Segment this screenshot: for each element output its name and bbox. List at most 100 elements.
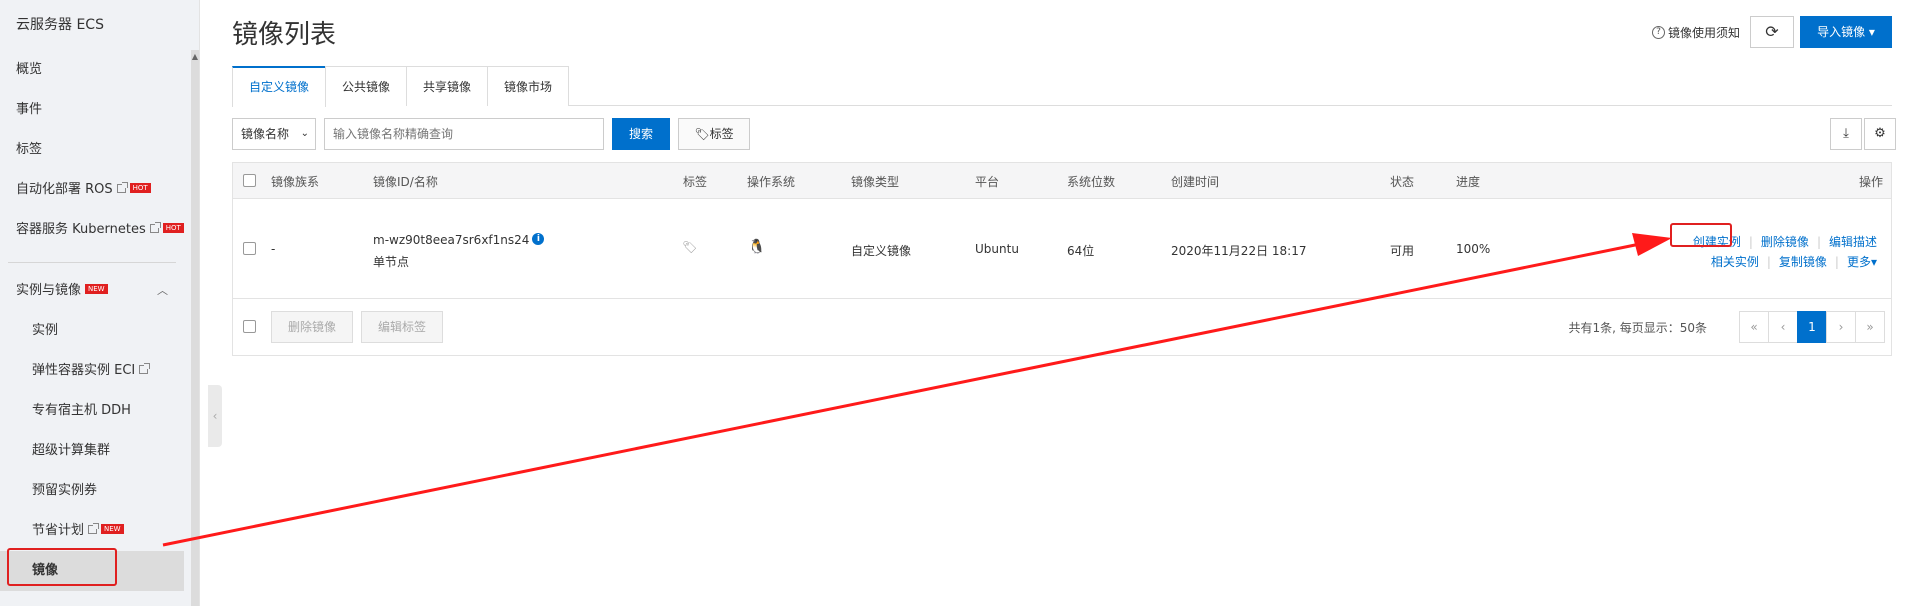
settings-button[interactable]: ⚙ xyxy=(1864,118,1896,150)
col-image-type: 镜像类型 xyxy=(851,175,900,189)
help-link[interactable]: ? 镜像使用须知 xyxy=(1651,24,1740,41)
related-instances-link[interactable]: 相关实例 xyxy=(1711,255,1759,269)
external-link-icon xyxy=(139,363,151,374)
more-label: 更多 xyxy=(1846,255,1871,269)
import-image-button[interactable]: 导入镜像 ▾ xyxy=(1800,16,1892,48)
hot-badge: HOT xyxy=(129,182,151,193)
sidebar-item-label: 节省计划 xyxy=(32,523,85,538)
image-created: 2020年11月22日 18:17 xyxy=(1171,244,1307,258)
sidebar-item-savings-plan[interactable]: 节省计划 NEW xyxy=(0,511,192,551)
page-button[interactable]: 1 xyxy=(1797,311,1827,343)
chevron-up-icon[interactable]: ︿ xyxy=(157,271,168,311)
col-family: 镜像族系 xyxy=(271,175,320,189)
prev-page-button[interactable]: ‹ xyxy=(1768,311,1798,343)
image-table: 镜像族系 镜像ID/名称 标签 操作系统 镜像类型 平台 系统位数 创建时间 状… xyxy=(232,162,1892,356)
sidebar-divider xyxy=(8,262,176,263)
divider: | xyxy=(1748,235,1753,249)
col-status: 状态 xyxy=(1390,175,1415,189)
sidebar-item-label: 概览 xyxy=(16,62,43,77)
sidebar-item-label: 预留实例券 xyxy=(32,483,98,498)
external-link-icon xyxy=(116,182,128,193)
edit-description-link[interactable]: 编辑描述 xyxy=(1829,235,1877,249)
footer-select-all-checkbox[interactable] xyxy=(243,320,256,333)
bulk-delete-button[interactable]: 删除镜像 xyxy=(271,311,353,343)
image-progress: 100% xyxy=(1456,242,1491,256)
col-platform: 平台 xyxy=(975,175,1000,189)
sidebar-item-label: 标签 xyxy=(16,142,43,157)
sidebar-group-instances-images[interactable]: 实例与镜像 NEW ︿ xyxy=(0,271,192,311)
gear-icon: ⚙ xyxy=(1874,126,1886,141)
search-toolbar: 镜像名称 ⌄ 搜索 🏷标签 ⤓ ⚙ xyxy=(232,118,1896,150)
tab-image-market[interactable]: 镜像市场 xyxy=(487,66,570,106)
new-badge: NEW xyxy=(101,523,124,534)
search-input[interactable] xyxy=(324,118,604,150)
tag-filter-button[interactable]: 🏷标签 xyxy=(678,118,750,150)
scroll-up-icon[interactable]: ▲ xyxy=(191,52,199,61)
sidebar-item-kubernetes[interactable]: 容器服务 Kubernetes HOT xyxy=(0,210,192,250)
col-actions: 操作 xyxy=(1858,175,1883,189)
copy-image-link[interactable]: 复制镜像 xyxy=(1779,255,1827,269)
highlight-box-images xyxy=(7,548,117,586)
row-checkbox[interactable] xyxy=(243,242,256,255)
pagination: « ‹ 1 › » xyxy=(1739,311,1885,343)
tab-shared-images[interactable]: 共享镜像 xyxy=(406,66,489,106)
sidebar-scrollbar[interactable] xyxy=(191,50,199,606)
sidebar-item-label: 事件 xyxy=(16,102,43,117)
tag-icon: 🏷 xyxy=(694,127,710,141)
next-page-button[interactable]: › xyxy=(1826,311,1856,343)
tab-public-images[interactable]: 公共镜像 xyxy=(325,66,408,106)
export-icon: ⤓ xyxy=(1843,126,1849,141)
sidebar-item-scc[interactable]: 超级计算集群 xyxy=(0,431,192,471)
col-created: 创建时间 xyxy=(1171,175,1220,189)
sidebar-item-label: 弹性容器实例 ECI xyxy=(32,363,136,378)
chevron-down-icon: ⌄ xyxy=(300,128,309,139)
pagination-summary: 共有1条, 每页显示：50条 xyxy=(1568,321,1707,335)
linux-penguin-icon: 🐧 xyxy=(748,239,766,255)
select-value: 镜像名称 xyxy=(241,127,290,141)
sidebar-collapse-handle[interactable]: ‹ xyxy=(208,385,222,447)
external-link-icon xyxy=(88,523,100,534)
sidebar: 云服务器 ECS ▲ 概览 事件 标签 自动化部署 ROS HOT 容器服务 Ku… xyxy=(0,0,200,606)
search-field-select[interactable]: 镜像名称 ⌄ xyxy=(232,118,316,150)
sidebar-item-instances[interactable]: 实例 xyxy=(0,311,192,351)
delete-image-link[interactable]: 删除镜像 xyxy=(1761,235,1809,249)
caret-down-icon: ▾ xyxy=(1870,255,1877,269)
tab-custom-images[interactable]: 自定义镜像 xyxy=(232,66,327,107)
sidebar-item-overview[interactable]: 概览 xyxy=(0,50,192,90)
sidebar-item-label: 容器服务 Kubernetes xyxy=(16,222,146,237)
image-tabs: 自定义镜像 公共镜像 共享镜像 镜像市场 xyxy=(232,66,1892,107)
col-bits: 系统位数 xyxy=(1067,175,1116,189)
export-button[interactable]: ⤓ xyxy=(1830,118,1862,150)
col-id-name: 镜像ID/名称 xyxy=(373,175,438,189)
more-actions-dropdown[interactable]: 更多▾ xyxy=(1847,255,1877,269)
image-bits: 64位 xyxy=(1067,244,1095,258)
sidebar-item-tags[interactable]: 标签 xyxy=(0,130,192,170)
tag-icon[interactable]: 🏷 xyxy=(682,240,697,254)
image-platform: Ubuntu xyxy=(975,242,1019,256)
bulk-edit-tags-button[interactable]: 编辑标签 xyxy=(361,311,443,343)
image-status: 可用 xyxy=(1390,244,1415,258)
col-tags: 标签 xyxy=(683,175,708,189)
divider: | xyxy=(1834,255,1839,269)
refresh-button[interactable]: ⟳ xyxy=(1750,16,1794,48)
last-page-button[interactable]: » xyxy=(1855,311,1885,343)
page-title: 镜像列表 xyxy=(232,20,337,50)
sidebar-item-label: 专有宿主机 DDH xyxy=(32,403,131,418)
sidebar-item-ros[interactable]: 自动化部署 ROS HOT xyxy=(0,170,192,210)
image-type: 自定义镜像 xyxy=(851,244,912,258)
select-all-checkbox[interactable] xyxy=(243,174,256,187)
highlight-box-create-instance xyxy=(1670,223,1732,247)
image-name: 单节点 xyxy=(373,255,410,269)
row-actions-line2: 相关实例 | 复制镜像 | 更多▾ xyxy=(1711,253,1877,270)
first-page-button[interactable]: « xyxy=(1739,311,1769,343)
info-icon[interactable]: i xyxy=(532,233,545,245)
sidebar-item-label: 实例 xyxy=(32,323,59,338)
search-button[interactable]: 搜索 xyxy=(612,118,670,150)
image-id-text: m-wz90t8eea7sr6xf1ns24 xyxy=(373,233,530,247)
sidebar-item-label: 超级计算集群 xyxy=(32,443,111,458)
sidebar-item-ddh[interactable]: 专有宿主机 DDH xyxy=(0,391,192,431)
sidebar-item-reserved-instances[interactable]: 预留实例券 xyxy=(0,471,192,511)
col-progress: 进度 xyxy=(1456,175,1481,189)
sidebar-item-events[interactable]: 事件 xyxy=(0,90,192,130)
sidebar-item-eci[interactable]: 弹性容器实例 ECI xyxy=(0,351,192,391)
